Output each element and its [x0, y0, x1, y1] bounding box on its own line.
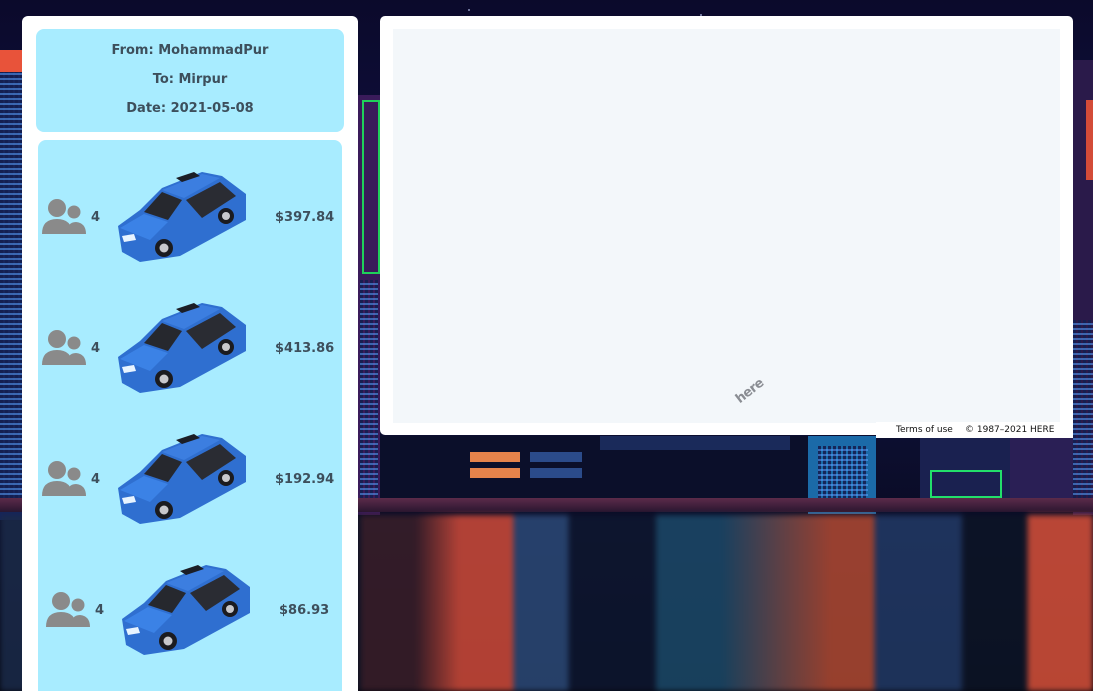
map-copyright: © 1987–2021 HERE [965, 425, 1055, 435]
ride-price: $413.86 [275, 341, 335, 356]
passenger-count: 4 [95, 603, 105, 618]
ride-price: $192.94 [275, 472, 335, 487]
car-icon [118, 172, 246, 262]
passengers-icon [42, 461, 86, 496]
passengers-icon [46, 592, 90, 627]
ride-price: $397.84 [275, 210, 335, 225]
trip-to: To: Mirpur [152, 72, 228, 87]
passengers-icon [42, 199, 86, 234]
ride-option[interactable]: 4 $397.84 [38, 160, 342, 270]
ride-option[interactable]: 4 $86.93 [38, 553, 342, 663]
passenger-count: 4 [91, 341, 101, 356]
car-icon [118, 434, 246, 524]
passengers-icon [42, 330, 86, 365]
ride-option[interactable]: 4 $192.94 [38, 422, 342, 532]
ride-price: $86.93 [279, 603, 330, 618]
map-attribution: Terms of use © 1987–2021 HERE [876, 422, 1073, 438]
car-icon [122, 565, 250, 655]
car-icon [118, 303, 246, 393]
here-logo: here [733, 375, 767, 407]
map-panel: here Terms of use © 1987–2021 HERE [380, 16, 1073, 438]
trip-date: Date: 2021-05-08 [126, 101, 254, 116]
ride-options-panel: From: MohammadPur To: Mirpur Date: 2021-… [22, 16, 358, 691]
ride-option[interactable]: 4 $413.86 [38, 291, 342, 401]
map-canvas[interactable]: here Terms of use © 1987–2021 HERE [393, 29, 1073, 438]
terms-of-use-link[interactable]: Terms of use [896, 422, 953, 438]
trip-summary-card: From: MohammadPur To: Mirpur Date: 2021-… [36, 29, 344, 132]
ride-options-list: 4 $397.84 4 $413.86 4 $192.94 4 $86.93 [38, 140, 342, 691]
passenger-count: 4 [91, 472, 101, 487]
trip-from: From: MohammadPur [111, 43, 269, 58]
passenger-count: 4 [91, 210, 101, 225]
